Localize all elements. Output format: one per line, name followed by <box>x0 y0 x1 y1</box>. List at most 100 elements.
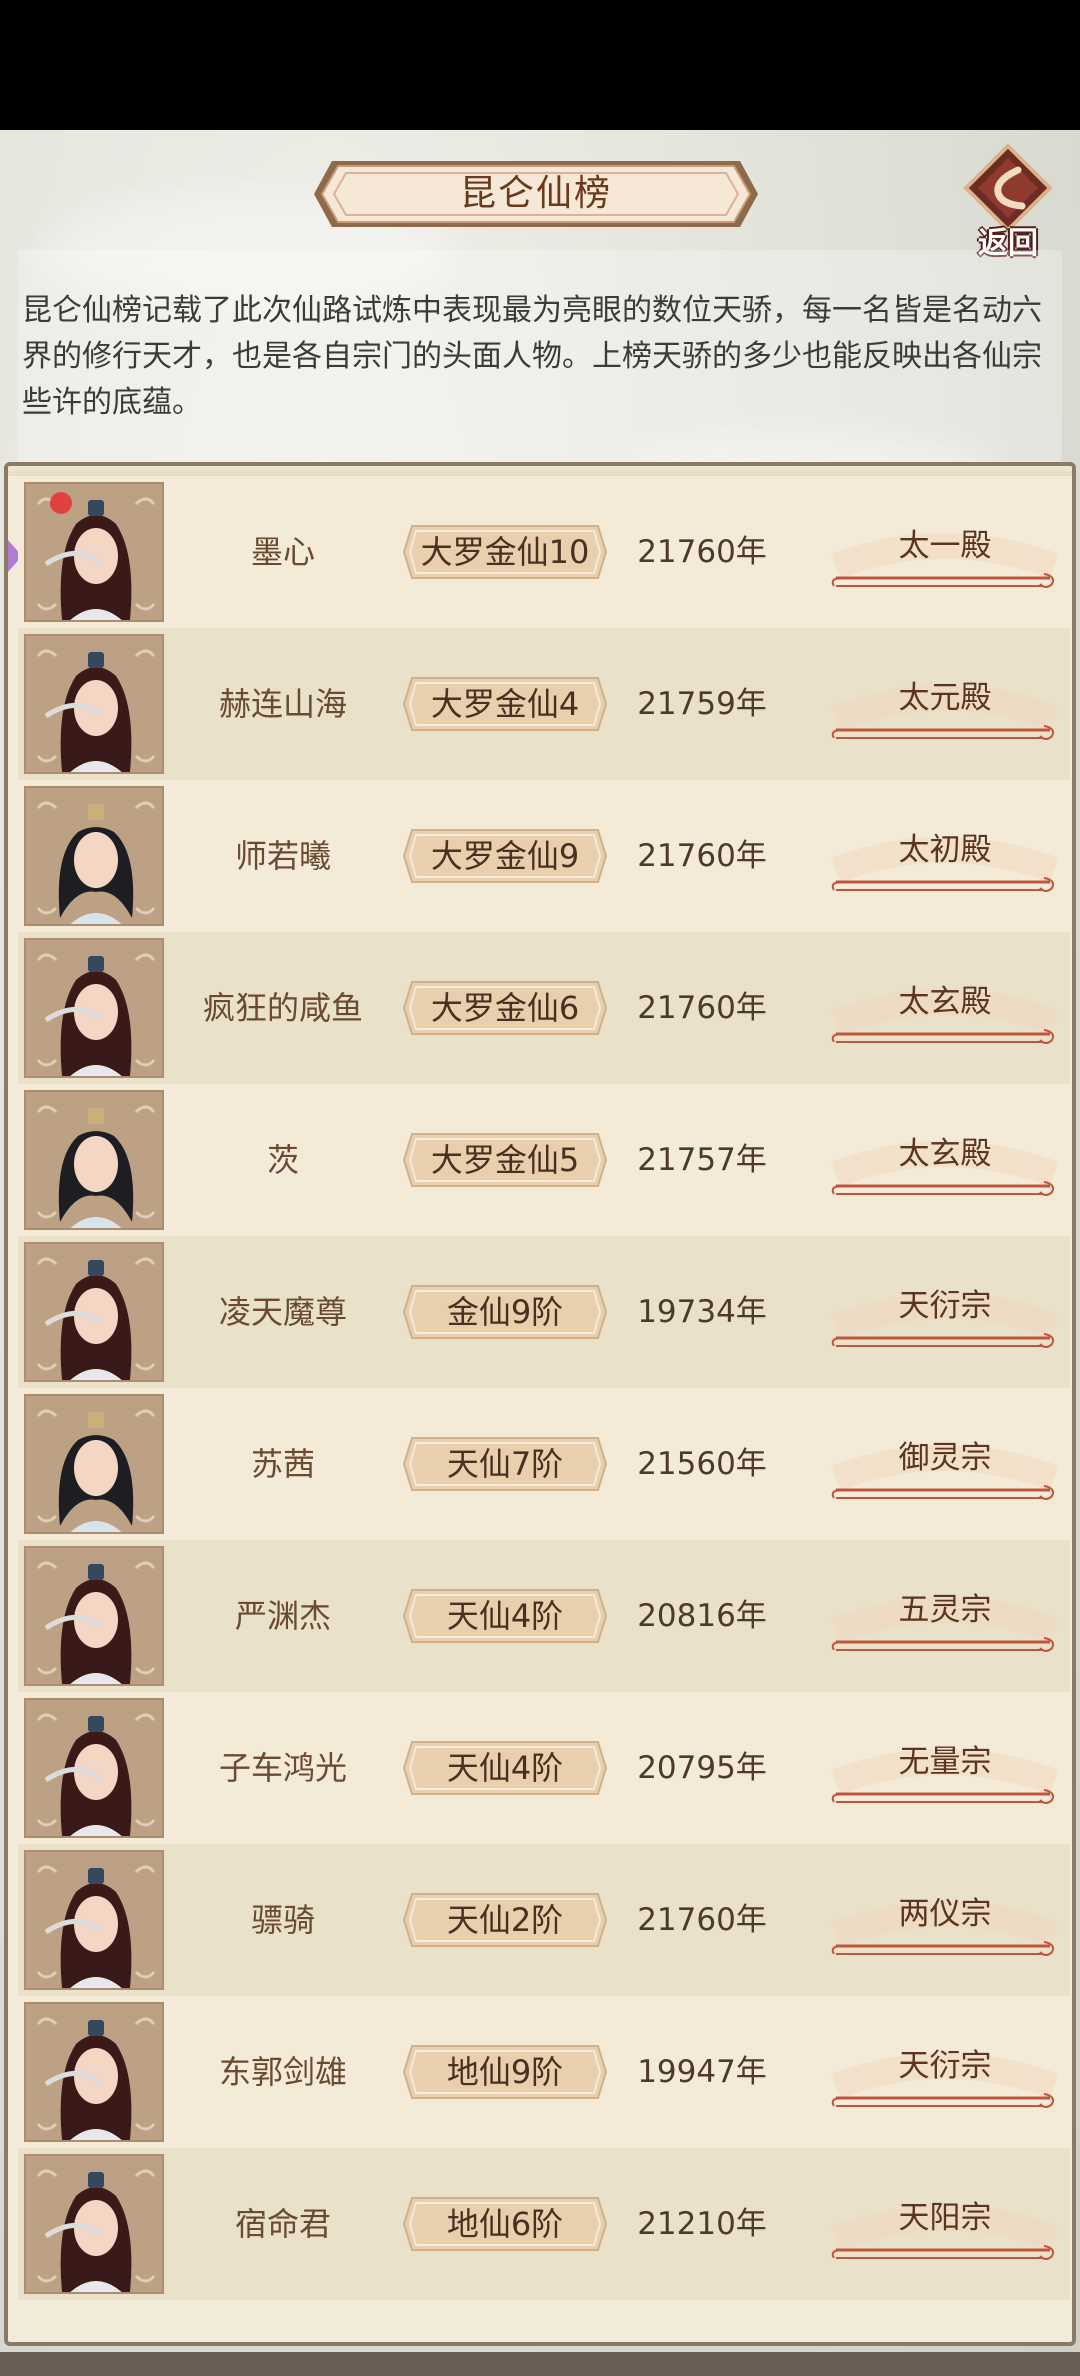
player-name: 东郭剑雄 <box>218 2053 347 2091</box>
age-value: 20816年 <box>637 1598 767 1634</box>
realm-label: 天仙7阶 <box>446 1445 564 1483</box>
back-button[interactable]: 返回 <box>958 140 1058 261</box>
player-name: 宿命君 <box>234 2205 331 2243</box>
notification-dot <box>50 492 72 514</box>
male-cultivator-avatar[interactable] <box>24 1546 164 1686</box>
title-banner: 昆仑仙榜 <box>312 155 760 233</box>
realm-label: 大罗金仙6 <box>430 989 580 1027</box>
ranking-row[interactable]: 墨心 大罗金仙10 21760年 太一殿 <box>18 476 1070 628</box>
sect-plaque: 太一殿 <box>830 516 1060 594</box>
realm-badge: 天仙4阶 <box>402 1740 608 1796</box>
realm-badge: 大罗金仙4 <box>402 676 608 732</box>
sect-label: 天衍宗 <box>898 2048 992 2084</box>
sect-label: 太初殿 <box>898 832 992 868</box>
ranking-row[interactable]: 骠骑 天仙2阶 21760年 两仪宗 <box>18 1844 1070 1996</box>
ranking-row[interactable]: 凌天魔尊 金仙9阶 19734年 天衍宗 <box>18 1236 1070 1388</box>
sect-plaque: 无量宗 <box>830 1732 1060 1810</box>
age-value: 19734年 <box>637 1294 767 1330</box>
sect-label: 太一殿 <box>898 528 992 564</box>
player-name: 苏茜 <box>250 1445 315 1483</box>
player-name: 赫连山海 <box>218 685 347 723</box>
realm-badge: 地仙9阶 <box>402 2044 608 2100</box>
realm-badge: 大罗金仙9 <box>402 828 608 884</box>
sect-plaque: 五灵宗 <box>830 1580 1060 1658</box>
realm-label: 大罗金仙10 <box>420 533 590 571</box>
ranking-screen: 昆仑仙榜 返回 昆仑仙榜记载了此次仙路试炼中表现最为亮眼的数位天骄，每一名皆是名… <box>0 130 1080 2376</box>
ranking-row[interactable]: 疯狂的咸鱼 大罗金仙6 21760年 太玄殿 <box>18 932 1070 1084</box>
sect-label: 太玄殿 <box>898 1136 992 1172</box>
realm-badge: 地仙6阶 <box>402 2196 608 2252</box>
sect-plaque: 天阳宗 <box>830 2188 1060 2266</box>
description-text: 昆仑仙榜记载了此次仙路试炼中表现最为亮眼的数位天骄，每一名皆是名动六界的修行天才… <box>22 293 1042 420</box>
realm-label: 金仙9阶 <box>446 1293 564 1331</box>
realm-label: 大罗金仙9 <box>430 837 580 875</box>
male-cultivator-avatar[interactable] <box>24 938 164 1078</box>
ranking-row[interactable]: 严渊杰 天仙4阶 20816年 五灵宗 <box>18 1540 1070 1692</box>
ranking-list[interactable]: 墨心 大罗金仙10 21760年 太一殿 赫连山海 大罗金仙4 21759年 太… <box>4 462 1076 2346</box>
female-cultivator-avatar[interactable] <box>24 1090 164 1230</box>
male-cultivator-avatar[interactable] <box>24 482 164 622</box>
sect-plaque: 太初殿 <box>830 820 1060 898</box>
male-cultivator-avatar[interactable] <box>24 1242 164 1382</box>
realm-badge: 大罗金仙6 <box>402 980 608 1036</box>
age-value: 21760年 <box>637 990 767 1026</box>
ranking-row[interactable]: 苏茜 天仙7阶 21560年 御灵宗 <box>18 1388 1070 1540</box>
age-value: 21759年 <box>637 686 767 722</box>
ranking-row[interactable]: 赫连山海 大罗金仙4 21759年 太元殿 <box>18 628 1070 780</box>
realm-label: 地仙6阶 <box>446 2205 564 2243</box>
realm-badge: 大罗金仙5 <box>402 1132 608 1188</box>
age-value: 21560年 <box>637 1446 767 1482</box>
sect-plaque: 天衍宗 <box>830 2036 1060 2114</box>
age-value: 21210年 <box>637 2206 767 2242</box>
male-cultivator-avatar[interactable] <box>24 2002 164 2142</box>
sect-plaque: 两仪宗 <box>830 1884 1060 1962</box>
player-name: 凌天魔尊 <box>218 1293 347 1331</box>
realm-badge: 天仙4阶 <box>402 1588 608 1644</box>
player-name: 茨 <box>266 1141 299 1179</box>
realm-label: 天仙2阶 <box>446 1901 564 1939</box>
sect-label: 天衍宗 <box>898 1288 992 1324</box>
sect-plaque: 太玄殿 <box>830 1124 1060 1202</box>
sect-plaque: 太元殿 <box>830 668 1060 746</box>
realm-label: 大罗金仙5 <box>430 1141 580 1179</box>
sect-label: 五灵宗 <box>898 1592 992 1628</box>
age-value: 21760年 <box>637 838 767 874</box>
sect-label: 两仪宗 <box>898 1896 992 1932</box>
bottom-frame <box>0 2352 1080 2376</box>
player-name: 师若曦 <box>234 837 331 875</box>
ranking-row[interactable]: 茨 大罗金仙5 21757年 太玄殿 <box>18 1084 1070 1236</box>
ranking-row[interactable]: 宿命君 地仙6阶 21210年 天阳宗 <box>18 2148 1070 2300</box>
sect-label: 无量宗 <box>898 1744 992 1780</box>
age-value: 21760年 <box>637 1902 767 1938</box>
player-name: 骠骑 <box>250 1901 315 1939</box>
realm-badge: 天仙2阶 <box>402 1892 608 1948</box>
ranking-row[interactable]: 师若曦 大罗金仙9 21760年 太初殿 <box>18 780 1070 932</box>
age-value: 20795年 <box>637 1750 767 1786</box>
page-title: 昆仑仙榜 <box>459 173 612 214</box>
age-value: 21757年 <box>637 1142 767 1178</box>
male-cultivator-avatar[interactable] <box>24 1698 164 1838</box>
male-cultivator-avatar[interactable] <box>24 1850 164 1990</box>
sect-plaque: 御灵宗 <box>830 1428 1060 1506</box>
male-cultivator-avatar[interactable] <box>24 2154 164 2294</box>
status-bar <box>0 0 1080 130</box>
realm-badge: 金仙9阶 <box>402 1284 608 1340</box>
sect-plaque: 天衍宗 <box>830 1276 1060 1354</box>
sect-label: 天阳宗 <box>898 2200 992 2236</box>
realm-badge: 大罗金仙10 <box>402 524 608 580</box>
female-cultivator-avatar[interactable] <box>24 1394 164 1534</box>
sect-label: 御灵宗 <box>898 1440 992 1476</box>
male-cultivator-avatar[interactable] <box>24 634 164 774</box>
female-cultivator-avatar[interactable] <box>24 786 164 926</box>
ranking-row[interactable]: 东郭剑雄 地仙9阶 19947年 天衍宗 <box>18 1996 1070 2148</box>
age-value: 19947年 <box>637 2054 767 2090</box>
sect-label: 太元殿 <box>898 680 992 716</box>
player-name: 子车鸿光 <box>218 1749 347 1787</box>
realm-label: 地仙9阶 <box>446 2053 564 2091</box>
player-name: 疯狂的咸鱼 <box>202 989 363 1027</box>
sect-label: 太玄殿 <box>898 984 992 1020</box>
ranking-row[interactable]: 子车鸿光 天仙4阶 20795年 无量宗 <box>18 1692 1070 1844</box>
realm-badge: 天仙7阶 <box>402 1436 608 1492</box>
realm-label: 天仙4阶 <box>446 1597 564 1635</box>
player-name: 严渊杰 <box>234 1597 331 1635</box>
